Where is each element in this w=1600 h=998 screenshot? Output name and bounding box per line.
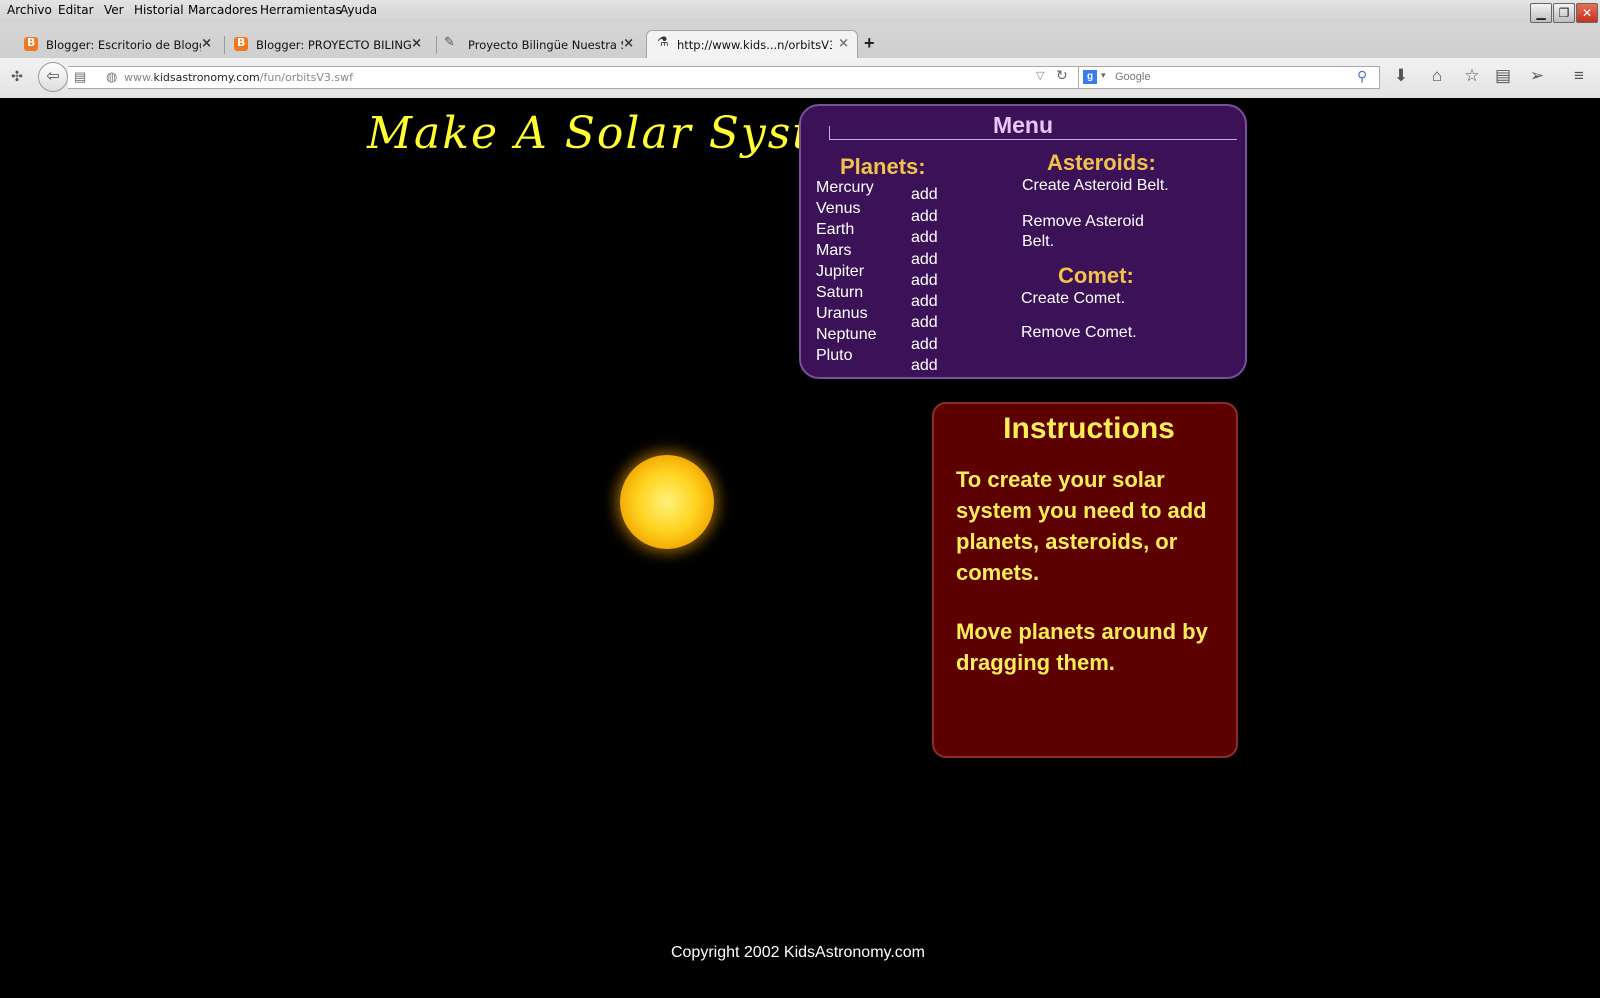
instructions-title: Instructions <box>1003 412 1175 445</box>
close-tab-icon[interactable]: × <box>623 36 634 51</box>
close-tab-icon[interactable]: × <box>201 36 212 51</box>
tab-proyecto-bilingue[interactable]: ✎ Proyecto Bilingüe Nuestra Señ... × <box>432 31 642 57</box>
menu-herramientas[interactable]: Herramientas <box>260 3 342 17</box>
search-input[interactable]: Google <box>1115 71 1150 83</box>
tab-blogger-escritorio[interactable]: Blogger: Escritorio de Blogger × <box>10 31 220 57</box>
url-domain: kidsastronomy.com <box>153 71 260 84</box>
add-earth-button[interactable]: add <box>911 229 938 247</box>
comet-heading: Comet: <box>1058 263 1134 288</box>
dropdown-icon[interactable]: ▽ <box>1036 69 1044 82</box>
add-uranus-button[interactable]: add <box>911 314 938 332</box>
planet-label-mercury: Mercury <box>816 179 874 196</box>
blogger-icon <box>24 36 38 51</box>
google-engine-icon[interactable]: g <box>1083 70 1097 84</box>
search-bar[interactable]: g ▾ Google ⚲ <box>1078 66 1380 89</box>
url-text[interactable]: www.kidsastronomy.com/fun/orbitsV3.swf <box>124 71 353 84</box>
instructions-paragraph: To create your solar system you need to … <box>956 467 1207 585</box>
minimize-button[interactable]: ▁ <box>1530 3 1552 23</box>
planets-heading: Planets: <box>840 154 926 179</box>
back-button[interactable]: ⇦ <box>38 62 68 92</box>
page-icon: ✎ <box>444 35 455 50</box>
add-jupiter-button[interactable]: add <box>911 272 938 290</box>
flash-content: Make A Solar System Menu Planets: Mercur… <box>0 98 1600 998</box>
planet-label-saturn: Saturn <box>816 284 864 301</box>
planet-label-jupiter: Jupiter <box>816 263 865 280</box>
create-asteroid-belt-button[interactable]: Create Asteroid Belt. <box>1022 176 1172 196</box>
search-icon[interactable]: ⚲ <box>1357 68 1367 85</box>
url-path: /fun/orbitsV3.swf <box>259 71 353 84</box>
bookmark-star-icon[interactable]: ☆ <box>1461 66 1483 86</box>
flask-icon: ⚗ <box>657 35 669 50</box>
menu-editar[interactable]: Editar <box>58 3 94 17</box>
planet-label-mars: Mars <box>816 242 852 259</box>
menu-divider <box>829 139 1237 140</box>
add-pluto-button[interactable]: add <box>911 357 938 375</box>
back-arrow-icon: ⇦ <box>46 68 60 85</box>
url-prefix: www. <box>124 71 154 84</box>
new-tab-button[interactable]: + <box>864 33 875 54</box>
add-venus-button[interactable]: add <box>911 208 938 226</box>
maximize-button[interactable]: ❐ <box>1553 3 1575 23</box>
close-tab-icon[interactable]: × <box>411 36 422 51</box>
instructions-paragraph: Move planets around by dragging them. <box>956 619 1208 675</box>
url-bar[interactable]: ▤ ◍ www.kidsastronomy.com/fun/orbitsV3.s… <box>68 66 1079 89</box>
add-neptune-button[interactable]: add <box>911 336 938 354</box>
reload-icon[interactable]: ↻ <box>1056 67 1068 84</box>
reading-list-icon[interactable]: ▤ <box>1492 66 1514 86</box>
planet-label-earth: Earth <box>816 221 855 238</box>
menu-ayuda[interactable]: Ayuda <box>340 3 377 17</box>
library-icon[interactable]: ▤ <box>74 69 86 85</box>
navigation-bar: ✣ ⇦ ▤ ◍ www.kidsastronomy.com/fun/orbits… <box>0 58 1600 99</box>
asteroids-heading: Asteroids: <box>1047 150 1156 175</box>
planet-label-uranus: Uranus <box>816 305 868 322</box>
send-icon[interactable]: ➢ <box>1526 66 1548 86</box>
menu-title: Menu <box>992 112 1054 138</box>
home-icon[interactable]: ⌂ <box>1426 66 1448 86</box>
download-icon[interactable]: ⬇ <box>1390 66 1412 86</box>
add-mercury-button[interactable]: add <box>911 186 938 204</box>
sync-icon[interactable]: ✣ <box>6 68 28 85</box>
close-tab-icon[interactable]: × <box>838 36 849 51</box>
globe-icon: ◍ <box>106 69 118 84</box>
copyright-notice: Copyright 2002 KidsAstronomy.com <box>0 944 1600 962</box>
remove-comet-button[interactable]: Remove Comet. <box>1021 323 1171 343</box>
hamburger-menu-icon[interactable]: ≡ <box>1568 66 1590 86</box>
browser-chrome: Archivo Editar Ver Historial Marcadores … <box>0 0 1600 99</box>
tab-title: Blogger: Escritorio de Blogger <box>46 38 201 52</box>
planet-label-neptune: Neptune <box>816 326 877 343</box>
menu-divider-tick <box>829 126 830 140</box>
add-mars-button[interactable]: add <box>911 251 938 269</box>
tab-bar: Blogger: Escritorio de Blogger × Blogger… <box>0 28 1600 58</box>
menu-marcadores[interactable]: Marcadores <box>188 3 258 17</box>
menu-archivo[interactable]: Archivo <box>7 3 52 17</box>
close-window-button[interactable]: ✕ <box>1576 3 1598 23</box>
add-saturn-button[interactable]: add <box>911 293 938 311</box>
planet-label-pluto: Pluto <box>816 347 853 364</box>
blogger-icon <box>234 36 248 51</box>
tab-title: http://www.kids...n/orbitsV3.swf <box>677 38 832 52</box>
sun-icon <box>620 455 714 549</box>
chevron-down-icon[interactable]: ▾ <box>1101 70 1106 81</box>
create-comet-button[interactable]: Create Comet. <box>1021 289 1171 309</box>
copyright-text: Copyright 2002 KidsAstronomy.com <box>670 944 926 961</box>
menu-historial[interactable]: Historial <box>134 3 184 17</box>
menu-panel: Menu Planets: Mercury Venus Earth Mars J… <box>799 104 1247 379</box>
tab-blogger-proyecto[interactable]: Blogger: PROYECTO BILING... × <box>220 31 430 57</box>
tab-title: Proyecto Bilingüe Nuestra Señ... <box>468 38 623 52</box>
remove-asteroid-belt-button[interactable]: Remove Asteroid Belt. <box>1022 212 1172 252</box>
menu-bar: Archivo Editar Ver Historial Marcadores … <box>0 0 1600 23</box>
tab-orbits[interactable]: ⚗ http://www.kids...n/orbitsV3.swf × <box>646 30 858 58</box>
tab-title: Blogger: PROYECTO BILING... <box>256 38 411 52</box>
instructions-panel: Instructions To create your solar system… <box>932 402 1238 758</box>
menu-ver[interactable]: Ver <box>104 3 124 17</box>
planet-label-venus: Venus <box>816 200 861 217</box>
